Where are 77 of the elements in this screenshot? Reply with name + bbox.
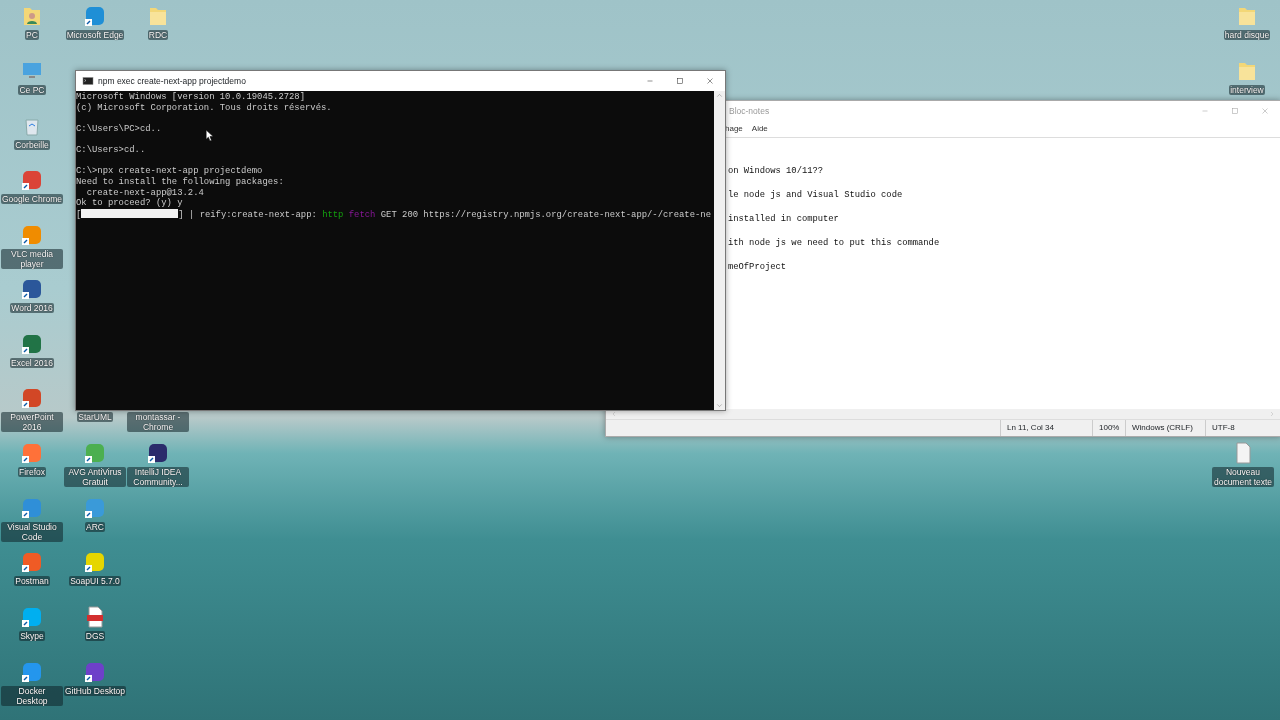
icon-label[interactable]: Postman bbox=[14, 576, 50, 586]
status-text: 100% bbox=[1092, 420, 1125, 436]
terminal-icon bbox=[82, 75, 94, 87]
terminal-text: http bbox=[322, 210, 344, 221]
window-title: Bloc-notes bbox=[729, 104, 771, 118]
app-icon bbox=[20, 223, 44, 247]
terminal-line: Ok to proceed? (y) y bbox=[76, 198, 184, 210]
app-icon bbox=[20, 660, 44, 684]
text-line: ith node js we need to put this commande bbox=[728, 237, 941, 249]
app-icon bbox=[146, 441, 170, 465]
icon-label[interactable]: Corbeille bbox=[14, 140, 50, 150]
terminal-line: Microsoft Windows [version 10.0.19045.2728] bbox=[76, 92, 306, 103]
status-text: Ln 11, Col 34 bbox=[1000, 420, 1092, 436]
text-line: on Windows 10/11?? bbox=[728, 165, 825, 177]
app-icon bbox=[20, 550, 44, 574]
icon-label[interactable]: Ce PC bbox=[18, 85, 46, 95]
menu-item[interactable]: hage bbox=[725, 123, 743, 135]
icon-label[interactable]: Microsoft Edge bbox=[65, 30, 125, 40]
status-text: UTF-8 bbox=[1205, 420, 1280, 436]
icon-label[interactable]: VLC media player bbox=[1, 249, 63, 269]
icon-label[interactable]: Excel 2016 bbox=[9, 358, 55, 368]
menu-item[interactable]: Aide bbox=[751, 123, 768, 135]
terminal-text: fetch bbox=[348, 210, 376, 221]
app-icon bbox=[83, 496, 107, 520]
vertical-scrollbar[interactable] bbox=[714, 91, 725, 410]
scroll-down-icon bbox=[715, 401, 724, 410]
app-icon bbox=[83, 441, 107, 465]
app-icon bbox=[20, 605, 44, 629]
status-text: Windows (CRLF) bbox=[1125, 420, 1205, 436]
app-icon bbox=[20, 386, 44, 410]
terminal-line: create-next-app@13.2.4 bbox=[85, 187, 205, 198]
scroll-right-icon bbox=[1268, 410, 1276, 418]
terminal-line: (c) Microsoft Corporation. Tous droits réservés. bbox=[76, 102, 333, 114]
icon-label[interactable]: montassar - Chrome bbox=[127, 412, 189, 432]
icon-label[interactable]: SoapUI 5.7.0 bbox=[69, 576, 121, 586]
text-line: installed in computer bbox=[728, 213, 840, 225]
icon-label[interactable]: RDC bbox=[147, 30, 169, 40]
app-icon bbox=[83, 660, 107, 684]
icon-label[interactable]: AVG AntiVirus Gratuit bbox=[64, 467, 126, 487]
window-title: npm exec create-next-app projectdemo bbox=[98, 74, 247, 88]
app-icon bbox=[20, 168, 44, 192]
icon-label[interactable]: ARC bbox=[85, 522, 105, 532]
icon-label[interactable]: PowerPoint 2016 bbox=[1, 412, 63, 432]
icon-label[interactable]: IntelliJ IDEA Community... bbox=[127, 467, 189, 487]
terminal-line: C:\Users>cd.. bbox=[76, 145, 147, 156]
icon-label[interactable]: Skype bbox=[19, 631, 45, 641]
icon-label[interactable]: Word 2016 bbox=[10, 303, 54, 313]
icon-label[interactable]: Nouveau document texte bbox=[1212, 467, 1274, 487]
scroll-left-icon bbox=[610, 410, 618, 418]
terminal-text: [ bbox=[76, 210, 82, 221]
icon-label[interactable]: interview bbox=[1229, 85, 1265, 95]
app-icon bbox=[20, 332, 44, 356]
terminal-line: C:\>npx create-next-app projectdemo bbox=[76, 166, 264, 177]
icon-label[interactable]: Firefox bbox=[18, 467, 46, 477]
terminal-line: Need to install the following packages: bbox=[76, 177, 285, 188]
horizontal-scrollbar[interactable] bbox=[606, 409, 1280, 419]
icon-label[interactable]: Visual Studio Code bbox=[1, 522, 63, 542]
icon-label[interactable]: Google Chrome bbox=[1, 194, 63, 204]
icon-label[interactable]: hard disque bbox=[1223, 30, 1271, 40]
terminal-line: C:\Users\PC>cd.. bbox=[76, 123, 163, 135]
app-icon bbox=[83, 4, 107, 28]
terminal-text: GET 200 https://registry.npmjs.org/create-next-app/-/create-ne bbox=[380, 210, 711, 221]
icon-label[interactable]: StarUML bbox=[77, 412, 113, 422]
maximize-icon bbox=[1229, 105, 1241, 117]
icon-label[interactable]: Docker Desktop bbox=[1, 686, 63, 706]
app-icon bbox=[20, 496, 44, 520]
terminal-text: ] | reify:create-next-app: bbox=[178, 210, 317, 221]
maximize-icon bbox=[674, 75, 686, 87]
text-line: le node js and Visual Studio code bbox=[728, 189, 904, 201]
icon-label[interactable]: GitHub Desktop bbox=[64, 686, 126, 696]
scroll-up-icon bbox=[715, 91, 724, 100]
text-line: meOfProject bbox=[728, 261, 788, 273]
app-icon bbox=[20, 441, 44, 465]
app-icon bbox=[83, 550, 107, 574]
icon-label[interactable]: DGS bbox=[84, 631, 106, 641]
app-icon bbox=[20, 277, 44, 301]
icon-label[interactable]: PC bbox=[25, 30, 39, 40]
